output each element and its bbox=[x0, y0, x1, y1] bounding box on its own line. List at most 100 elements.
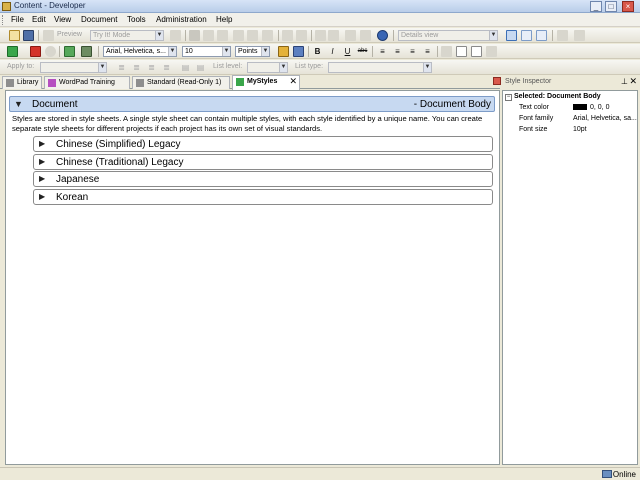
chevron-down-icon: ▼ bbox=[222, 47, 230, 56]
justify-icon[interactable]: ≡ bbox=[422, 46, 433, 57]
menu-edit[interactable]: Edit bbox=[32, 15, 46, 24]
layout-single-icon[interactable] bbox=[506, 30, 517, 41]
border-icon[interactable] bbox=[456, 46, 467, 57]
menu-file[interactable]: File bbox=[11, 15, 24, 24]
section-korean[interactable]: ▶ Korean bbox=[33, 189, 493, 205]
view-combo[interactable]: Details view ▼ bbox=[398, 30, 498, 41]
align-center-icon[interactable]: ≡ bbox=[392, 46, 403, 57]
list-level-combo[interactable]: ▼ bbox=[247, 62, 288, 73]
expand-triangle-icon[interactable]: ▶ bbox=[39, 192, 45, 201]
cut-icon[interactable] bbox=[189, 30, 200, 41]
library-icon bbox=[6, 79, 14, 87]
menu-document[interactable]: Document bbox=[81, 15, 117, 24]
layout-split-horizontal-icon[interactable] bbox=[521, 30, 532, 41]
document-label: Document bbox=[32, 99, 78, 110]
section-chinese-traditional[interactable]: ▶ Chinese (Traditional) Legacy bbox=[33, 154, 493, 170]
list-type-combo[interactable]: ▼ bbox=[328, 62, 432, 73]
collapse-icon[interactable] bbox=[328, 30, 339, 41]
underline-button[interactable]: U bbox=[342, 46, 353, 57]
list-type-label: List type: bbox=[295, 63, 324, 70]
chevron-down-icon: ▼ bbox=[423, 63, 431, 72]
import-icon[interactable] bbox=[64, 46, 75, 57]
print-icon[interactable] bbox=[170, 30, 181, 41]
bullet-list-icon[interactable]: ≣ bbox=[116, 62, 127, 73]
section-label: Chinese (Traditional) Legacy bbox=[56, 157, 184, 168]
paste-icon[interactable] bbox=[217, 30, 228, 41]
expand-triangle-icon[interactable]: ▶ bbox=[39, 157, 45, 166]
close-tab-icon[interactable]: ✕ bbox=[289, 76, 297, 87]
mode-combo[interactable]: Try It! Mode ▼ bbox=[90, 30, 164, 41]
pin-icon[interactable]: ⊥ bbox=[621, 77, 628, 86]
fill-color-icon[interactable] bbox=[293, 46, 304, 57]
expand-triangle-icon[interactable]: ▶ bbox=[39, 174, 45, 183]
section-japanese[interactable]: ▶ Japanese bbox=[33, 171, 493, 187]
font-size-combo[interactable]: 10 ▼ bbox=[182, 46, 231, 57]
numbered-list-icon[interactable]: ≣ bbox=[131, 62, 142, 73]
save-icon[interactable] bbox=[23, 30, 34, 41]
minimize-button[interactable]: _ bbox=[590, 1, 602, 12]
list-style-icon[interactable]: ▤ bbox=[180, 62, 191, 73]
tab-wordpad-training[interactable]: WordPad Training bbox=[44, 76, 130, 89]
link-icon[interactable] bbox=[262, 30, 273, 41]
collapse-box-icon[interactable]: − bbox=[505, 94, 512, 101]
checked-document-icon bbox=[48, 79, 56, 87]
copy-icon[interactable] bbox=[203, 30, 214, 41]
section-chinese-simplified[interactable]: ▶ Chinese (Simplified) Legacy bbox=[33, 136, 493, 152]
expand-triangle-icon[interactable]: ▶ bbox=[39, 139, 45, 148]
sync-icon[interactable] bbox=[574, 30, 585, 41]
align-right-icon[interactable]: ≡ bbox=[407, 46, 418, 57]
expand-icon[interactable] bbox=[315, 30, 326, 41]
document-editor[interactable]: ▼ Document - Document Body Styles are st… bbox=[5, 90, 500, 465]
list-format-icon[interactable]: ▤ bbox=[195, 62, 206, 73]
disable-icon[interactable] bbox=[45, 46, 56, 57]
maximize-button[interactable]: □ bbox=[605, 1, 617, 12]
preview-label[interactable]: Preview bbox=[57, 31, 82, 38]
undo-icon[interactable] bbox=[282, 30, 293, 41]
close-panel-icon[interactable]: ✕ bbox=[629, 76, 637, 87]
bold-button[interactable]: B bbox=[312, 46, 323, 57]
menu-help[interactable]: Help bbox=[216, 15, 232, 24]
tab-library[interactable]: Library bbox=[2, 76, 42, 89]
table-icon[interactable] bbox=[486, 46, 497, 57]
preview-icon[interactable] bbox=[43, 30, 54, 41]
document-description[interactable]: Styles are stored in style sheets. A sin… bbox=[12, 114, 496, 134]
align-left-icon[interactable]: ≡ bbox=[377, 46, 388, 57]
remove-icon[interactable] bbox=[30, 46, 41, 57]
strikethrough-button[interactable]: abc bbox=[357, 46, 368, 57]
toolbar-grip[interactable] bbox=[2, 15, 5, 25]
spellcheck-icon[interactable] bbox=[345, 30, 356, 41]
menu-administration[interactable]: Administration bbox=[156, 15, 207, 24]
window-icon[interactable] bbox=[557, 30, 568, 41]
document-header[interactable]: ▼ Document - Document Body bbox=[9, 96, 495, 112]
help-icon[interactable] bbox=[377, 30, 388, 41]
replace-icon[interactable] bbox=[360, 30, 371, 41]
status-bar: Online bbox=[0, 467, 640, 480]
layout-split-vertical-icon[interactable] bbox=[536, 30, 547, 41]
apply-to-combo[interactable]: ▼ bbox=[40, 62, 107, 73]
inspector-selected[interactable]: − Selected: Document Body bbox=[505, 93, 601, 101]
text-color-value: 0, 0, 0 bbox=[590, 104, 610, 111]
close-button[interactable]: × bbox=[622, 1, 634, 12]
chevron-down-icon: ▼ bbox=[279, 63, 287, 72]
tab-mystyles[interactable]: MyStyles ✕ bbox=[232, 75, 300, 90]
highlight-icon[interactable] bbox=[278, 46, 289, 57]
export-icon[interactable] bbox=[81, 46, 92, 57]
find-icon[interactable] bbox=[247, 30, 258, 41]
section-label: Chinese (Simplified) Legacy bbox=[56, 139, 181, 150]
tab-standard[interactable]: Standard (Read-Only 1) bbox=[132, 76, 230, 89]
menu-tools[interactable]: Tools bbox=[127, 15, 146, 24]
outdent-icon[interactable]: ≣ bbox=[146, 62, 157, 73]
delete-icon[interactable] bbox=[233, 30, 244, 41]
italic-button[interactable]: I bbox=[327, 46, 338, 57]
redo-icon[interactable] bbox=[296, 30, 307, 41]
add-icon[interactable] bbox=[7, 46, 18, 57]
font-unit-combo[interactable]: Points ▼ bbox=[235, 46, 270, 57]
collapse-triangle-icon[interactable]: ▼ bbox=[14, 99, 23, 109]
box-icon[interactable] bbox=[471, 46, 482, 57]
indent-icon[interactable] bbox=[441, 46, 452, 57]
menu-view[interactable]: View bbox=[54, 15, 71, 24]
tab-label: WordPad Training bbox=[59, 79, 115, 86]
new-icon[interactable] bbox=[9, 30, 20, 41]
list-indent-icon[interactable]: ≣ bbox=[161, 62, 172, 73]
font-family-combo[interactable]: Arial, Helvetica, s... ▼ bbox=[103, 46, 177, 57]
